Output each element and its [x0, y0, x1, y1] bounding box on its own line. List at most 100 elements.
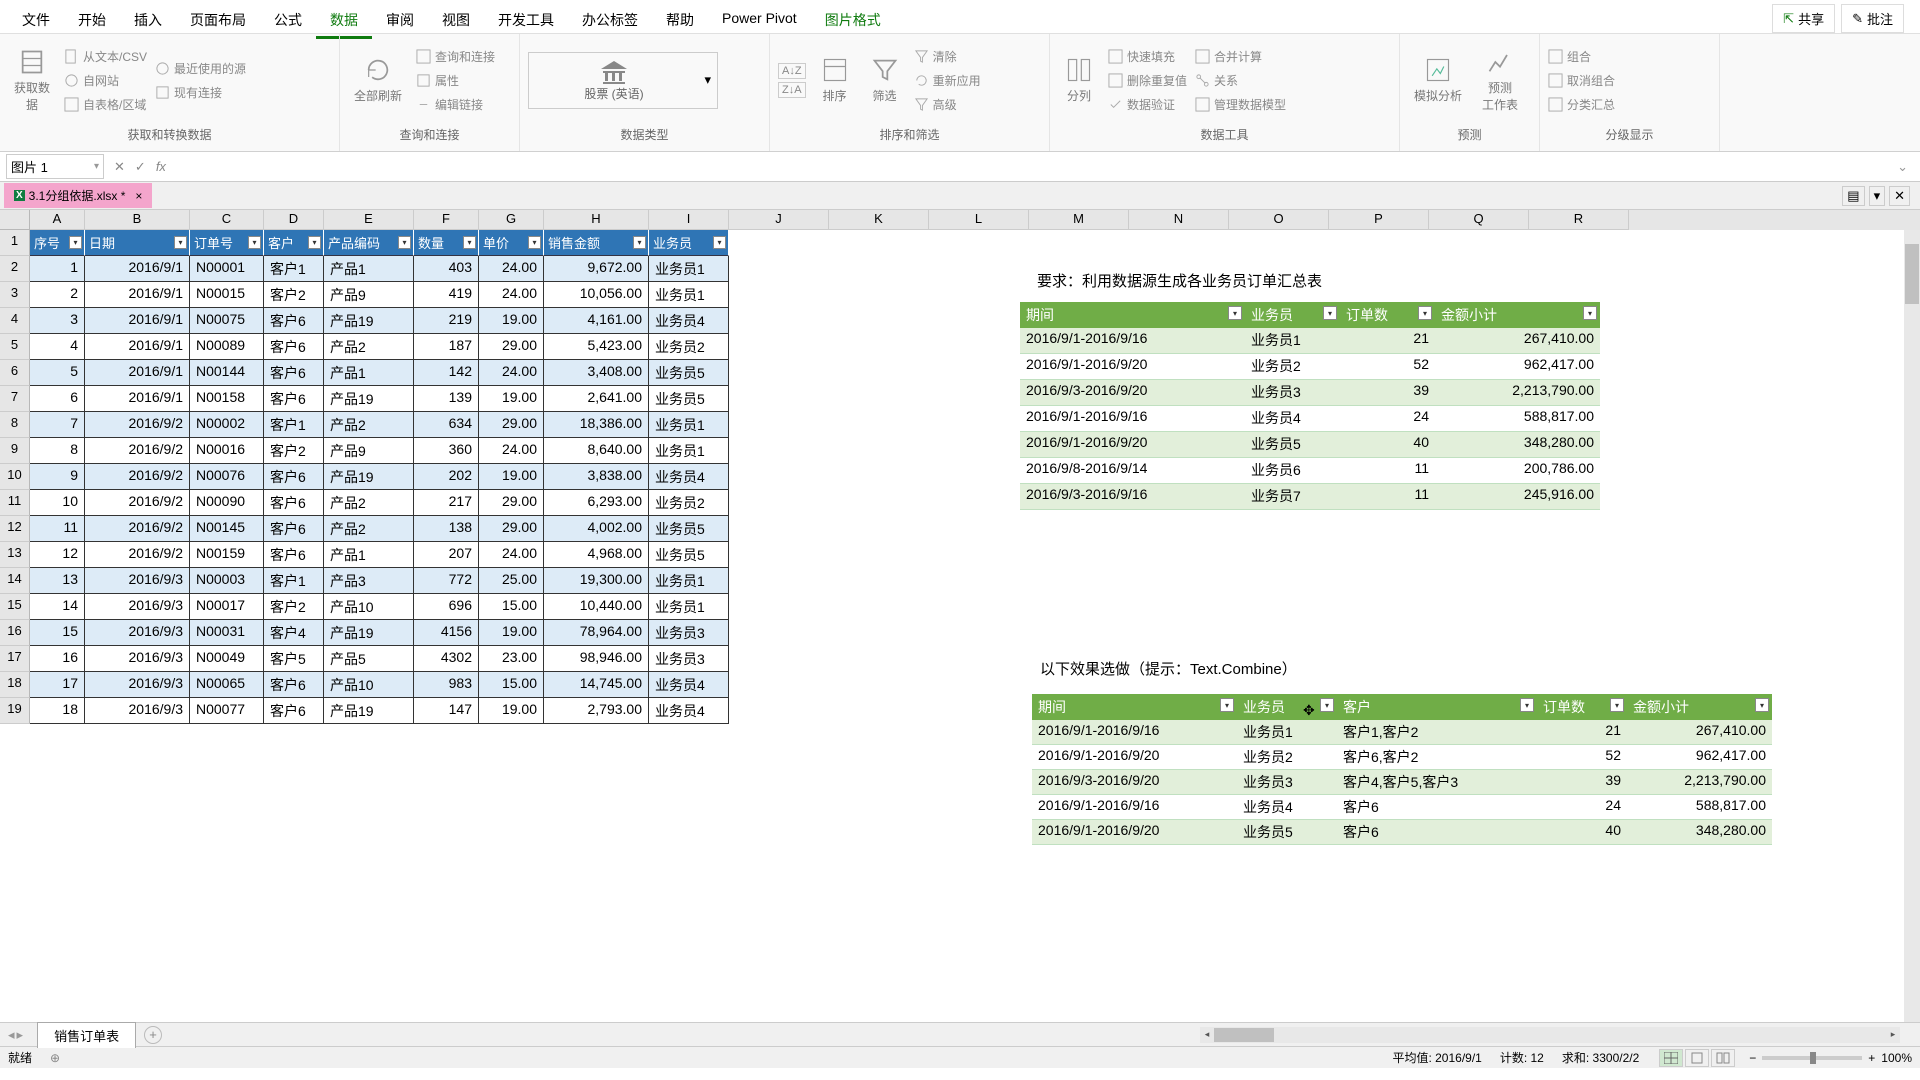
cell[interactable]: N00075: [190, 308, 264, 334]
cell[interactable]: 10,056.00: [544, 282, 649, 308]
cell[interactable]: 2016/9/1: [85, 308, 190, 334]
cancel-icon[interactable]: ✕: [114, 159, 125, 175]
cell[interactable]: 业务员2: [1245, 354, 1340, 380]
cell[interactable]: 业务员3: [1237, 770, 1337, 795]
table-header[interactable]: 业务员: [649, 230, 729, 256]
table-row[interactable]: 2016/9/1-2016/9/20业务员252962,417.00: [1020, 354, 1600, 380]
cell[interactable]: 24.00: [479, 256, 544, 282]
scroll-left-icon[interactable]: ◂: [1200, 1028, 1214, 1042]
row-header[interactable]: 1: [0, 230, 30, 256]
cell[interactable]: 产品5: [324, 646, 414, 672]
cell[interactable]: 52: [1340, 354, 1435, 380]
page-layout-button[interactable]: [1685, 1049, 1709, 1067]
col-header[interactable]: N: [1129, 210, 1229, 230]
cell[interactable]: 25.00: [479, 568, 544, 594]
horizontal-scrollbar[interactable]: ◂ ▸: [1200, 1027, 1900, 1043]
cell[interactable]: 9: [30, 464, 85, 490]
cell[interactable]: 3,408.00: [544, 360, 649, 386]
cell[interactable]: 4: [30, 334, 85, 360]
cell[interactable]: N00145: [190, 516, 264, 542]
table-row[interactable]: 2016/9/1-2016/9/16业务员4客户624588,817.00: [1032, 795, 1772, 820]
cell[interactable]: 客户4,客户5,客户3: [1337, 770, 1537, 795]
cell[interactable]: 14: [30, 594, 85, 620]
cell[interactable]: 业务员1: [649, 256, 729, 282]
tab-office[interactable]: 办公标签: [568, 4, 652, 36]
cell[interactable]: 业务员4: [1245, 406, 1340, 432]
cell[interactable]: 19,300.00: [544, 568, 649, 594]
cell[interactable]: 客户6: [264, 386, 324, 412]
table-row[interactable]: 152016/9/3N00031客户4产品19415619.0078,964.0…: [30, 620, 729, 646]
cell[interactable]: 业务员1: [1237, 720, 1337, 745]
cell[interactable]: 2016/9/3-2016/9/20: [1020, 380, 1245, 406]
from-web-button[interactable]: 自网站: [64, 70, 147, 91]
cell[interactable]: 24: [1537, 795, 1627, 820]
filter-icon[interactable]: [69, 236, 82, 249]
cell[interactable]: N00015: [190, 282, 264, 308]
table-header[interactable]: 销售金额: [544, 230, 649, 256]
editlinks-button[interactable]: 编辑链接: [416, 94, 495, 115]
col-header[interactable]: Q: [1429, 210, 1529, 230]
cell[interactable]: N00049: [190, 646, 264, 672]
row-header[interactable]: 12: [0, 516, 30, 542]
from-csv-button[interactable]: 从文本/CSV: [64, 46, 147, 67]
filter-icon[interactable]: [1228, 306, 1242, 320]
cell[interactable]: 客户1: [264, 568, 324, 594]
table-header[interactable]: 期间: [1020, 302, 1245, 328]
cell[interactable]: 983: [414, 672, 479, 698]
cell[interactable]: 634: [414, 412, 479, 438]
cell[interactable]: 4302: [414, 646, 479, 672]
cell[interactable]: 客户6: [264, 360, 324, 386]
cell[interactable]: 2,793.00: [544, 698, 649, 724]
advanced-button[interactable]: 高级: [914, 94, 981, 115]
cell[interactable]: 2016/9/1: [85, 256, 190, 282]
table-row[interactable]: 2016/9/1-2016/9/20业务员5客户640348,280.00: [1032, 820, 1772, 845]
cell[interactable]: 业务员1: [649, 568, 729, 594]
accept-icon[interactable]: ✓: [135, 159, 146, 175]
cell[interactable]: 客户6: [264, 464, 324, 490]
cell[interactable]: 客户2: [264, 594, 324, 620]
subtotal-button[interactable]: 分类汇总: [1548, 94, 1615, 115]
cell[interactable]: 200,786.00: [1435, 458, 1600, 484]
col-header[interactable]: R: [1529, 210, 1629, 230]
col-header[interactable]: B: [85, 210, 190, 230]
cell[interactable]: 业务员3: [1245, 380, 1340, 406]
cell[interactable]: 产品10: [324, 672, 414, 698]
cell[interactable]: 产品9: [324, 282, 414, 308]
overflow-icon[interactable]: ▤: [1842, 186, 1864, 206]
cell[interactable]: 业务员2: [649, 490, 729, 516]
table-header[interactable]: 金额小计: [1435, 302, 1600, 328]
cell[interactable]: 29.00: [479, 516, 544, 542]
cell[interactable]: 客户6: [264, 334, 324, 360]
whatif-button[interactable]: 模拟分析: [1408, 52, 1468, 108]
cell[interactable]: 2016/9/2: [85, 412, 190, 438]
cell[interactable]: 业务员2: [649, 334, 729, 360]
filter-icon[interactable]: [713, 236, 726, 249]
props-button[interactable]: 属性: [416, 70, 495, 91]
cell[interactable]: 5: [30, 360, 85, 386]
cell[interactable]: 23.00: [479, 646, 544, 672]
dropdown-icon[interactable]: ▾: [1869, 186, 1886, 206]
tab-layout[interactable]: 页面布局: [176, 4, 260, 36]
cell[interactable]: 产品1: [324, 360, 414, 386]
relations-button[interactable]: 关系: [1195, 70, 1286, 91]
table-header[interactable]: 金额小计: [1627, 694, 1772, 720]
col-header[interactable]: P: [1329, 210, 1429, 230]
col-header[interactable]: H: [544, 210, 649, 230]
cell[interactable]: 52: [1537, 745, 1627, 770]
cell[interactable]: 19.00: [479, 386, 544, 412]
filter-icon[interactable]: [308, 236, 321, 249]
cell[interactable]: 2016/9/1-2016/9/16: [1032, 720, 1237, 745]
remove-dup-button[interactable]: 删除重复值: [1108, 70, 1187, 91]
cell[interactable]: 业务员1: [649, 282, 729, 308]
cell[interactable]: 6: [30, 386, 85, 412]
page-break-button[interactable]: [1711, 1049, 1735, 1067]
cell[interactable]: 2016/9/1: [85, 334, 190, 360]
select-all-corner[interactable]: [0, 210, 30, 230]
cell[interactable]: 产品2: [324, 516, 414, 542]
cell[interactable]: 2016/9/2: [85, 438, 190, 464]
cell[interactable]: 19.00: [479, 464, 544, 490]
cell[interactable]: N00031: [190, 620, 264, 646]
col-header[interactable]: K: [829, 210, 929, 230]
cell[interactable]: 2016/9/1: [85, 386, 190, 412]
consolidate-button[interactable]: 合并计算: [1195, 46, 1286, 67]
